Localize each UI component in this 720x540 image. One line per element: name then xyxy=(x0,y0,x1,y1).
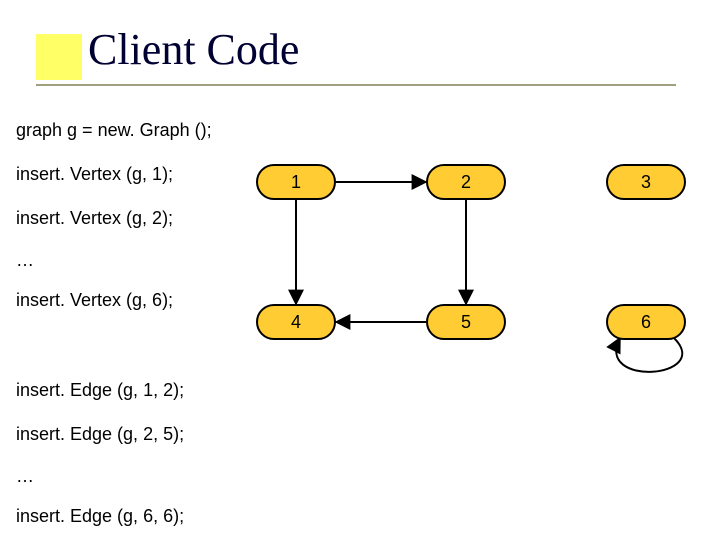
title-underline xyxy=(36,84,676,86)
graph-node-2: 2 xyxy=(426,164,506,200)
title-accent-box xyxy=(36,34,82,80)
code-line: … xyxy=(16,466,34,487)
graph-node-4: 4 xyxy=(256,304,336,340)
code-line: insert. Vertex (g, 1); xyxy=(16,164,173,185)
code-line: … xyxy=(16,250,34,271)
code-line: insert. Edge (g, 2, 5); xyxy=(16,424,184,445)
code-line: insert. Edge (g, 6, 6); xyxy=(16,506,184,527)
graph-node-5: 5 xyxy=(426,304,506,340)
graph-node-1: 1 xyxy=(256,164,336,200)
edge-6-6-loop xyxy=(616,338,682,372)
graph-node-3: 3 xyxy=(606,164,686,200)
graph-node-6: 6 xyxy=(606,304,686,340)
code-line: insert. Vertex (g, 6); xyxy=(16,290,173,311)
code-line: graph g = new. Graph (); xyxy=(16,120,212,141)
code-line: insert. Edge (g, 1, 2); xyxy=(16,380,184,401)
slide-title: Client Code xyxy=(88,24,299,75)
graph-diagram: 1 2 3 4 5 6 xyxy=(246,164,706,384)
title-block: Client Code xyxy=(36,30,676,100)
code-line: insert. Vertex (g, 2); xyxy=(16,208,173,229)
